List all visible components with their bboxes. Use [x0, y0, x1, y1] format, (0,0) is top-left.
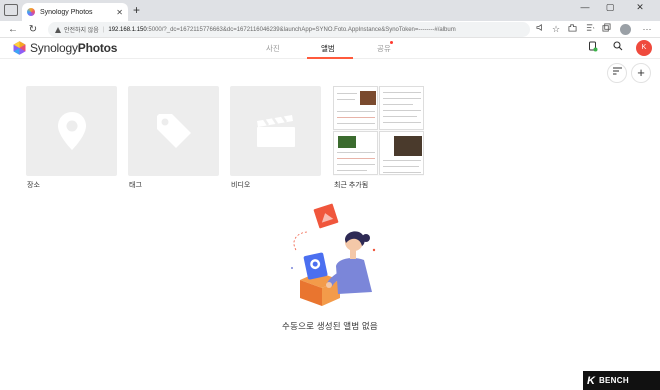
- collage-line: [383, 160, 421, 161]
- collage-thumbnail: [333, 131, 378, 175]
- warning-icon: [55, 26, 61, 33]
- new-tab-button[interactable]: +: [133, 3, 140, 17]
- collage-photo: [360, 91, 376, 105]
- favorites-list-icon[interactable]: [584, 23, 596, 36]
- url-field[interactable]: 안전하지 않음 | 192.168.1.150 :5000/?_dc=16721…: [48, 22, 530, 37]
- browser-tab-bar: Synology Photos ✕ + — ▢ ✕: [0, 0, 660, 21]
- location-pin-icon: [57, 112, 86, 150]
- collage-line: [337, 123, 375, 124]
- sort-icon: [612, 67, 622, 75]
- app-logo-text: SynologyPhotos: [30, 41, 117, 55]
- collage-line: [383, 104, 413, 105]
- collage-line: [383, 166, 419, 167]
- tab-close-icon[interactable]: ✕: [116, 8, 123, 17]
- album-card-tags[interactable]: [128, 86, 219, 176]
- collage-thumbnail: [379, 86, 424, 130]
- active-tab-indicator: [307, 57, 353, 59]
- back-button[interactable]: ←: [7, 23, 19, 36]
- collage-thumbnail: [379, 131, 424, 175]
- empty-state-message: 수동으로 생성된 앨범 없음: [282, 321, 378, 331]
- close-window-button[interactable]: ✕: [633, 2, 647, 13]
- tab-photos[interactable]: 사진: [266, 43, 280, 54]
- collage-photo: [394, 136, 422, 156]
- sort-button[interactable]: [607, 63, 627, 83]
- synology-favicon-icon: [27, 8, 35, 16]
- collage-line: [337, 164, 375, 165]
- album-label-tags: 태그: [129, 182, 142, 189]
- url-security-label: 안전하지 않음: [64, 28, 99, 34]
- search-icon[interactable]: [611, 41, 625, 56]
- tab-sharing[interactable]: 공유: [377, 43, 391, 54]
- album-card-recently-added[interactable]: [333, 86, 424, 176]
- collections-icon[interactable]: [600, 23, 612, 36]
- upload-status-icon[interactable]: [586, 41, 600, 57]
- collage-line: [383, 172, 421, 173]
- kbench-watermark: K BENCH: [583, 371, 660, 390]
- collage-photo: [338, 136, 356, 148]
- empty-albums-illustration: [291, 203, 376, 306]
- collage-line: [337, 99, 355, 100]
- extensions-icon[interactable]: [566, 23, 578, 36]
- collage-line: [337, 158, 375, 159]
- app-header: SynologyPhotos 사진 앨범 공유 K: [0, 38, 660, 59]
- album-label-videos: 비디오: [231, 182, 251, 189]
- favorite-star-icon[interactable]: ☆: [550, 23, 562, 36]
- url-host: 192.168.1.150: [108, 26, 147, 33]
- logo-prefix: Synology: [30, 41, 78, 55]
- collage-line: [337, 117, 375, 118]
- tab-actions-icon[interactable]: [4, 4, 18, 16]
- tab-title: Synology Photos: [40, 8, 93, 16]
- watermark-text: BENCH: [598, 376, 629, 385]
- collage-line: [383, 110, 421, 111]
- maximize-button[interactable]: ▢: [603, 2, 617, 13]
- album-card-videos[interactable]: [230, 86, 321, 176]
- album-label-places: 장소: [27, 182, 40, 189]
- browser-menu-icon[interactable]: ···: [641, 23, 653, 36]
- browser-tab[interactable]: Synology Photos ✕: [22, 3, 128, 21]
- collage-line: [383, 116, 417, 117]
- watermark-mark: K: [587, 374, 595, 387]
- sharing-notification-dot: [390, 41, 393, 44]
- url-path: :5000/?_dc=1672115776663&dc=167211604623…: [146, 26, 456, 33]
- tag-icon: [156, 114, 191, 148]
- collage-line: [337, 111, 375, 112]
- tab-albums[interactable]: 앨범: [321, 43, 335, 54]
- collage-line: [337, 170, 367, 171]
- url-separator: |: [102, 26, 105, 33]
- collage-line: [337, 93, 357, 94]
- address-bar: ← ↻ 안전하지 않음 | 192.168.1.150 :5000/?_dc=1…: [0, 21, 660, 38]
- minimize-button[interactable]: —: [578, 2, 592, 12]
- add-album-button[interactable]: +: [631, 63, 651, 83]
- synology-photos-logo-icon: [13, 41, 26, 55]
- browser-profile-avatar[interactable]: [620, 24, 631, 35]
- collage-line: [383, 122, 421, 123]
- read-aloud-icon[interactable]: [534, 23, 546, 36]
- user-avatar[interactable]: K: [636, 40, 652, 56]
- collage-line: [383, 92, 421, 93]
- logo-bold: Photos: [77, 41, 118, 55]
- reload-button[interactable]: ↻: [27, 23, 39, 36]
- clapperboard-icon: [256, 115, 295, 147]
- collage-thumbnail: [333, 86, 378, 130]
- album-label-recently-added: 최근 추가됨: [334, 182, 369, 189]
- collage-line: [337, 152, 375, 153]
- album-card-places[interactable]: [26, 86, 117, 176]
- collage-line: [383, 98, 421, 99]
